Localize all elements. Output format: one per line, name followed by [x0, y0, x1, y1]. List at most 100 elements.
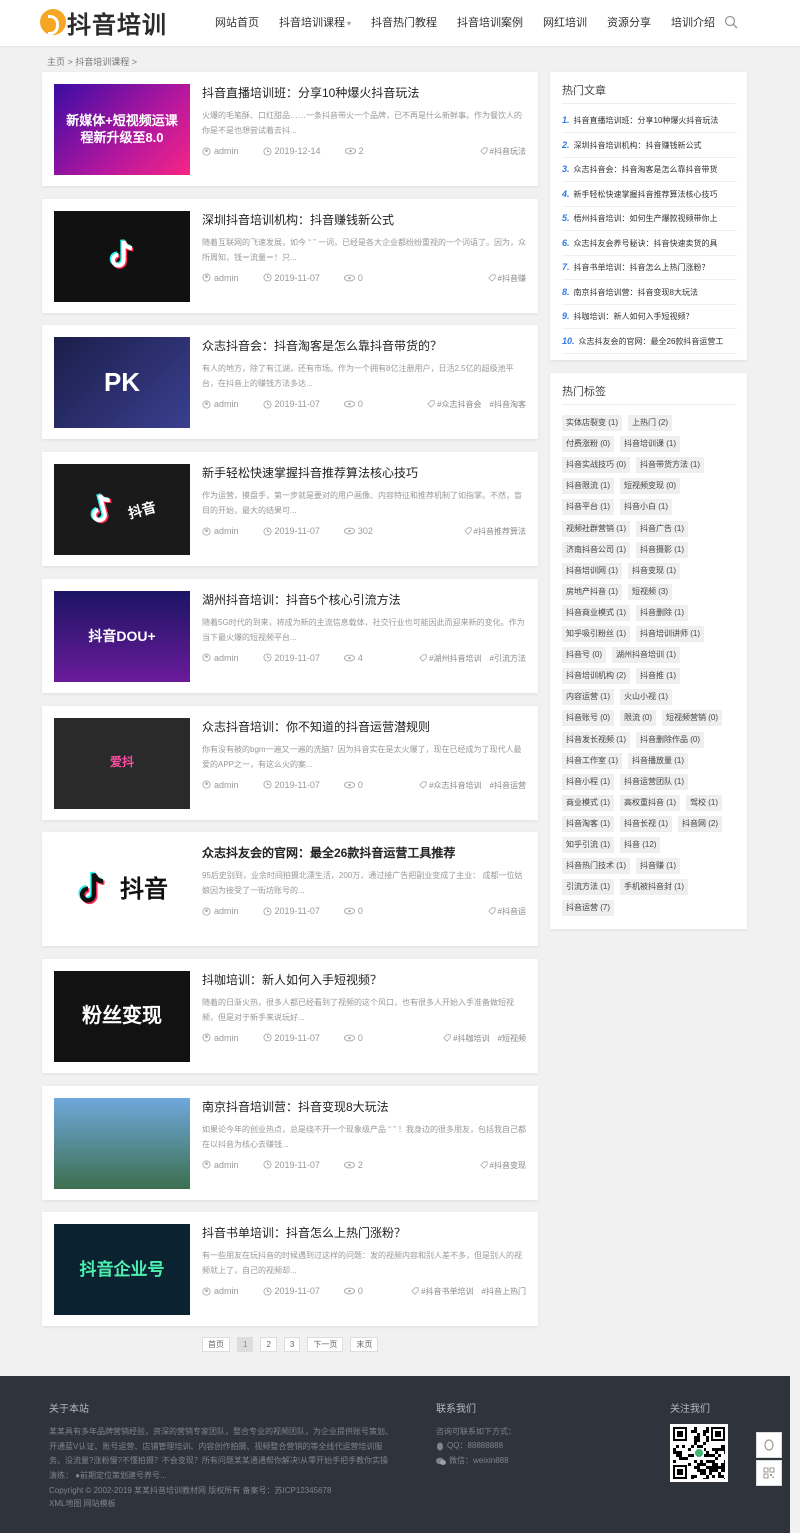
qq-float-button[interactable]: [756, 1432, 782, 1458]
hot-tag-link[interactable]: 内容运营 (1): [562, 689, 614, 706]
hot-tag-link[interactable]: 商业模式 (1): [562, 794, 614, 811]
post-tag-link[interactable]: #抖音赚: [487, 273, 526, 284]
hot-tag-link[interactable]: 抖音推 (1): [636, 668, 680, 685]
hot-tag-link[interactable]: 抖音发长视频 (1): [562, 731, 630, 748]
hot-tag-link[interactable]: 短视频变现 (0): [620, 478, 680, 495]
post-thumbnail[interactable]: 新媒体+短视频运课程新升级至8.0: [54, 84, 190, 175]
hot-tag-link[interactable]: 抖音长视 (1): [620, 815, 672, 832]
hot-tag-link[interactable]: 抖音运营 (7): [562, 900, 614, 917]
hot-tag-link[interactable]: 济南抖音公司 (1): [562, 541, 630, 558]
hot-tag-link[interactable]: 抖音限流 (1): [562, 478, 614, 495]
post-title-link[interactable]: 抖咖培训：新人如何入手短视频？: [202, 971, 527, 988]
hot-tag-link[interactable]: 驾校 (1): [686, 794, 722, 811]
post-tag-link[interactable]: #众志抖音培训: [419, 780, 482, 791]
hot-tag-link[interactable]: 高权重抖音 (1): [620, 794, 680, 811]
hot-tag-link[interactable]: 知乎引流 (1): [562, 837, 614, 853]
hot-tag-link[interactable]: 房地产抖音 (1): [562, 583, 622, 600]
nav-item[interactable]: 网站首页: [205, 0, 269, 46]
page-link[interactable]: 1: [237, 1337, 254, 1352]
hot-tag-link[interactable]: 抖音删除 (1): [636, 604, 688, 621]
post-tag-link[interactable]: #抖音玩法: [479, 146, 526, 157]
hot-tag-link[interactable]: 上热门 (2): [628, 415, 672, 431]
post-title-link[interactable]: 深圳抖音培训机构：抖音赚钱新公式: [202, 211, 527, 228]
post-title-link[interactable]: 抖音直播培训班：分享10种爆火抖音玩法: [202, 84, 527, 101]
post-tag-link[interactable]: #抖音书单培训: [411, 1286, 474, 1297]
nav-item[interactable]: 资源分享: [597, 0, 661, 46]
hot-tag-link[interactable]: 知乎吸引粉丝 (1): [562, 626, 630, 642]
post-title-link[interactable]: 湖州抖音培训：抖音5个核心引流方法: [202, 591, 527, 608]
hot-tag-link[interactable]: 抖音培训课 (1): [620, 436, 680, 453]
site-logo[interactable]: 抖音培训: [40, 7, 167, 39]
post-tag-link[interactable]: #抖音运: [487, 906, 526, 917]
hot-tag-link[interactable]: 实体店裂变 (1): [562, 415, 622, 431]
page-link[interactable]: 下一页: [307, 1337, 344, 1352]
post-thumbnail[interactable]: 粉丝变现: [54, 970, 190, 1062]
hot-tag-link[interactable]: 湖州抖音培训 (1): [612, 647, 680, 664]
hot-tag-link[interactable]: 抖音号 (0): [562, 647, 606, 664]
hot-article-link[interactable]: 2. 深圳抖音培训机构：抖音赚钱新公式: [562, 134, 737, 158]
hot-article-link[interactable]: 1. 抖音直播培训班：分享10种爆火抖音玩法: [562, 109, 737, 133]
hot-tag-link[interactable]: 抖音培训网 (1): [562, 562, 622, 579]
hot-tag-link[interactable]: 抖音平台 (1): [562, 499, 614, 516]
post-thumbnail[interactable]: 抖音: [54, 464, 190, 556]
hot-tag-link[interactable]: 抖音摄影 (1): [636, 541, 688, 558]
post-tag-link[interactable]: #抖音淘客: [490, 399, 526, 410]
hot-tag-link[interactable]: 视频社群营销 (1): [562, 520, 630, 537]
post-tag-link[interactable]: #抖音运营: [490, 780, 526, 791]
post-tag-link[interactable]: #短视频: [498, 1033, 526, 1044]
hot-tag-link[interactable]: 抖音赚 (1): [636, 858, 680, 875]
qrcode-float-button[interactable]: [756, 1460, 782, 1486]
hot-tag-link[interactable]: 抖音工作室 (1): [562, 752, 622, 769]
post-title-link[interactable]: 南京抖音培训营：抖音变现8大玩法: [202, 1098, 527, 1115]
hot-article-link[interactable]: 3. 众志抖音会：抖音淘客是怎么靠抖音带货: [562, 158, 737, 182]
page-link[interactable]: 2: [260, 1337, 277, 1352]
hot-article-link[interactable]: 6. 众志抖友会养号秘诀：抖音快速卖货的具: [562, 232, 737, 256]
hot-tag-link[interactable]: 抖音 (12): [620, 837, 661, 853]
post-title-link[interactable]: 众志抖音会：抖音淘客是怎么靠抖音带货的？: [202, 337, 527, 354]
post-tag-link[interactable]: #湖州抖音培训: [419, 653, 482, 664]
hot-tag-link[interactable]: 抖音广告 (1): [636, 520, 688, 537]
nav-item[interactable]: 网红培训: [533, 0, 597, 46]
post-thumbnail[interactable]: [54, 210, 190, 302]
nav-item[interactable]: 抖音热门教程: [361, 0, 447, 46]
hot-tag-link[interactable]: 付费涨粉 (0): [562, 436, 614, 453]
post-title-link[interactable]: 众志抖音培训：你不知道的抖音运营潜规则: [202, 718, 527, 735]
nav-item[interactable]: 培训介绍: [661, 0, 725, 46]
hot-tag-link[interactable]: 抖音运营团队 (1): [620, 773, 688, 790]
post-title-link[interactable]: 抖音书单培训：抖音怎么上热门涨粉？: [202, 1224, 527, 1241]
post-tag-link[interactable]: #抖音推荐算法: [463, 526, 526, 537]
hot-tag-link[interactable]: 抖音培训机构 (2): [562, 668, 630, 685]
hot-tag-link[interactable]: 短视频 (3): [628, 583, 672, 600]
footer-links[interactable]: XML地图 网站模板: [49, 1497, 116, 1512]
hot-tag-link[interactable]: 限流 (0): [620, 710, 656, 727]
hot-tag-link[interactable]: 抖音实战技巧 (0): [562, 457, 630, 474]
hot-article-link[interactable]: 10. 众志抖友会的官网：最全26款抖音运营工: [562, 330, 737, 354]
hot-article-link[interactable]: 8. 南京抖音培训营：抖音变现8大玩法: [562, 281, 737, 305]
hot-tag-link[interactable]: 抖音带货方法 (1): [636, 457, 704, 474]
post-tag-link[interactable]: #抖咖培训: [443, 1033, 490, 1044]
post-tag-link[interactable]: #抖音变现: [479, 1160, 526, 1171]
hot-tag-link[interactable]: 抖音账号 (0): [562, 710, 614, 727]
post-thumbnail[interactable]: 爱抖: [54, 717, 190, 809]
page-link[interactable]: 3: [283, 1337, 301, 1352]
hot-tag-link[interactable]: 抖音播放量 (1): [628, 752, 688, 769]
post-tag-link[interactable]: #抖音上热门: [482, 1286, 526, 1297]
page-link[interactable]: 末页: [350, 1337, 379, 1352]
post-tag-link[interactable]: #众志抖音会: [427, 399, 482, 410]
hot-tag-link[interactable]: 火山小视 (1): [620, 689, 672, 706]
hot-tag-link[interactable]: 抖音淘客 (1): [562, 815, 614, 832]
post-thumbnail[interactable]: 抖音DOU+: [54, 590, 190, 682]
post-thumbnail[interactable]: 抖音: [54, 844, 190, 936]
post-thumbnail[interactable]: [54, 1097, 190, 1189]
hot-tag-link[interactable]: 抖音删除作品 (0): [636, 731, 704, 748]
search-icon[interactable]: [724, 15, 738, 29]
hot-article-link[interactable]: 4. 新手轻松快速掌握抖音推荐算法核心技巧: [562, 183, 737, 207]
hot-tag-link[interactable]: 引流方法 (1): [562, 879, 614, 896]
post-tag-link[interactable]: #引流方法: [490, 653, 526, 664]
hot-tag-link[interactable]: 抖音培训讲师 (1): [636, 626, 704, 642]
post-thumbnail[interactable]: 抖音企业号: [54, 1224, 190, 1316]
hot-article-link[interactable]: 7. 抖音书单培训：抖音怎么上热门涨粉？: [562, 256, 737, 280]
hot-tag-link[interactable]: 抖音小白 (1): [620, 499, 672, 516]
nav-item[interactable]: 抖音培训课程 ▾: [269, 0, 361, 46]
page-link[interactable]: 首页: [202, 1337, 230, 1352]
